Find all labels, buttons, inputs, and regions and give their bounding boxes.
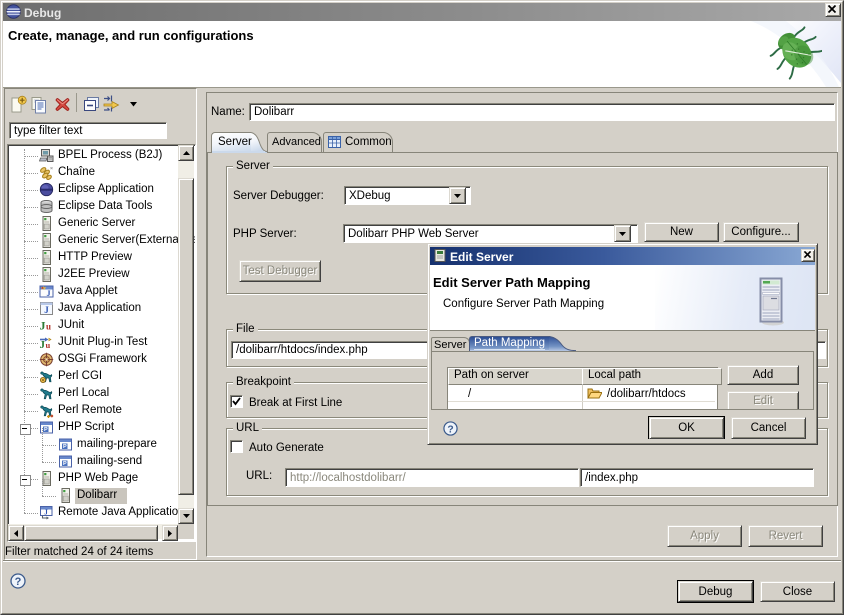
svg-text:?: ? xyxy=(15,576,22,588)
svg-text:P: P xyxy=(63,444,67,450)
svg-text:J: J xyxy=(47,289,51,298)
svg-text:u: u xyxy=(46,340,51,350)
svg-text:P: P xyxy=(63,461,67,467)
svg-text:P: P xyxy=(44,427,48,433)
svg-text:u: u xyxy=(46,322,51,332)
svg-text:J: J xyxy=(44,305,49,315)
svg-text:J: J xyxy=(40,319,46,333)
svg-text:?: ? xyxy=(447,424,453,435)
svg-text:J: J xyxy=(44,509,48,517)
